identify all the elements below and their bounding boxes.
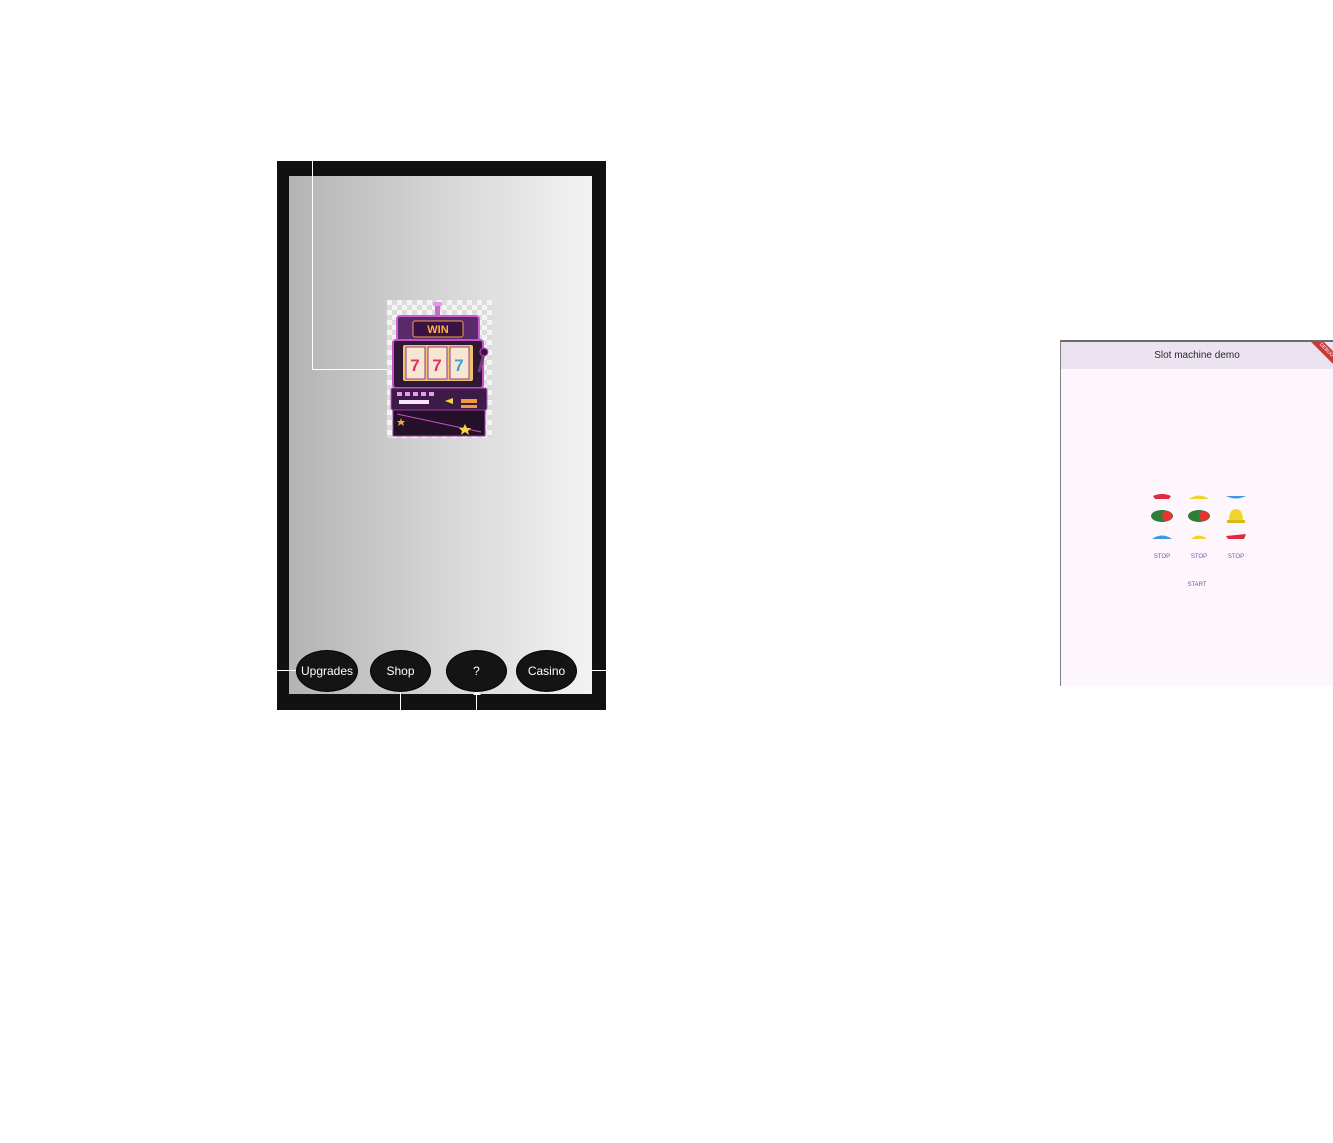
slot-machine-image[interactable]: WIN 7 7 7 bbox=[387, 300, 492, 438]
cherry-icon bbox=[1153, 494, 1171, 499]
blueberry-icon bbox=[1226, 496, 1246, 499]
guide-line-right-edge bbox=[592, 670, 606, 671]
help-button[interactable]: ? bbox=[446, 650, 507, 692]
banana-icon bbox=[1191, 535, 1207, 539]
guide-line-help bbox=[476, 694, 477, 710]
guide-line-horizontal-top bbox=[312, 369, 388, 370]
guide-line-shop bbox=[400, 690, 401, 710]
bell-icon bbox=[1227, 509, 1245, 523]
start-button[interactable]: START bbox=[1177, 582, 1217, 588]
guide-line-vertical-left bbox=[312, 161, 313, 370]
demo-title: Slot machine demo bbox=[1154, 350, 1240, 361]
guide-line-left-edge bbox=[277, 670, 297, 671]
slot-demo-window: Slot machine demo DEBUG STOP STOP STOP S… bbox=[1060, 340, 1333, 686]
machine-reel-1: 7 bbox=[410, 356, 419, 375]
machine-sign: WIN bbox=[427, 324, 448, 336]
banana-icon bbox=[1189, 495, 1209, 499]
watermelon-icon bbox=[1188, 510, 1210, 522]
slot-machine-icon: WIN 7 7 7 bbox=[390, 302, 489, 437]
watermelon-icon bbox=[1151, 510, 1173, 522]
cherry-icon bbox=[1226, 534, 1246, 539]
casino-button[interactable]: Casino bbox=[516, 650, 577, 692]
machine-reel-2: 7 bbox=[432, 356, 441, 375]
blueberry-icon bbox=[1152, 535, 1172, 539]
reel-2 bbox=[1184, 492, 1214, 544]
reel-3 bbox=[1221, 492, 1251, 544]
stop-button-1[interactable]: STOP bbox=[1147, 554, 1177, 560]
upgrades-button[interactable]: Upgrades bbox=[296, 650, 358, 692]
shop-button[interactable]: Shop bbox=[370, 650, 431, 692]
reel-1 bbox=[1147, 492, 1177, 544]
machine-reel-3: 7 bbox=[454, 356, 463, 375]
stop-button-2[interactable]: STOP bbox=[1184, 554, 1214, 560]
stop-button-3[interactable]: STOP bbox=[1221, 554, 1251, 560]
app-bar: Slot machine demo bbox=[1061, 342, 1333, 369]
